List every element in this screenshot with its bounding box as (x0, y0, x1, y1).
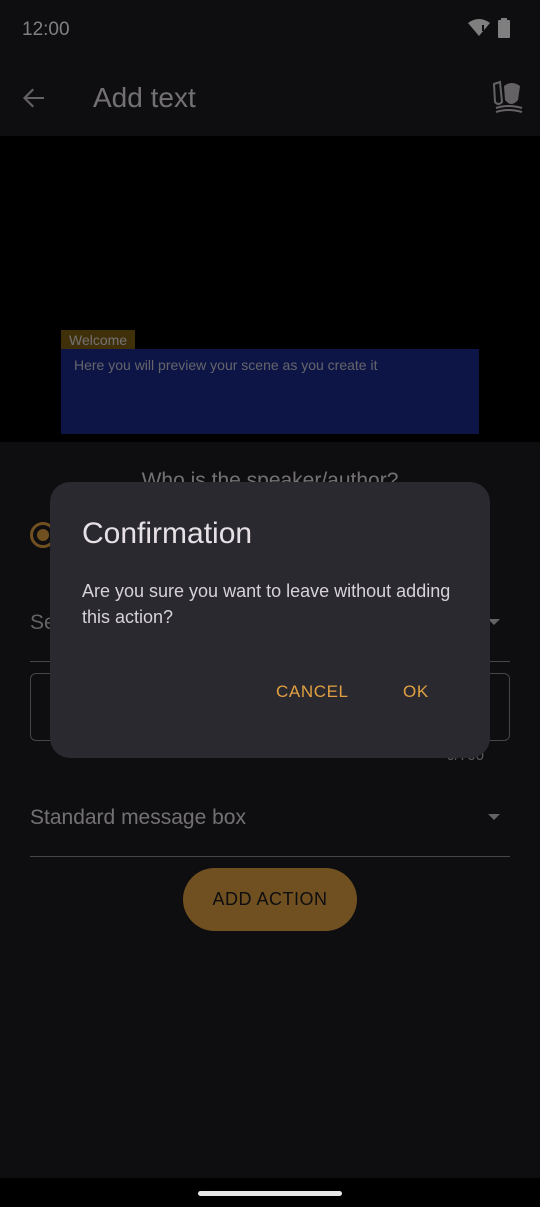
dialog-body: Are you sure you want to leave without a… (82, 581, 451, 627)
dialog-title: Confirmation (82, 517, 253, 550)
cancel-button[interactable]: CANCEL (276, 682, 349, 702)
system-nav-bar (0, 1178, 540, 1207)
home-gesture-handle[interactable] (198, 1191, 342, 1196)
confirmation-dialog: Confirmation Are you sure you want to le… (50, 482, 490, 758)
ok-button[interactable]: OK (403, 682, 429, 702)
